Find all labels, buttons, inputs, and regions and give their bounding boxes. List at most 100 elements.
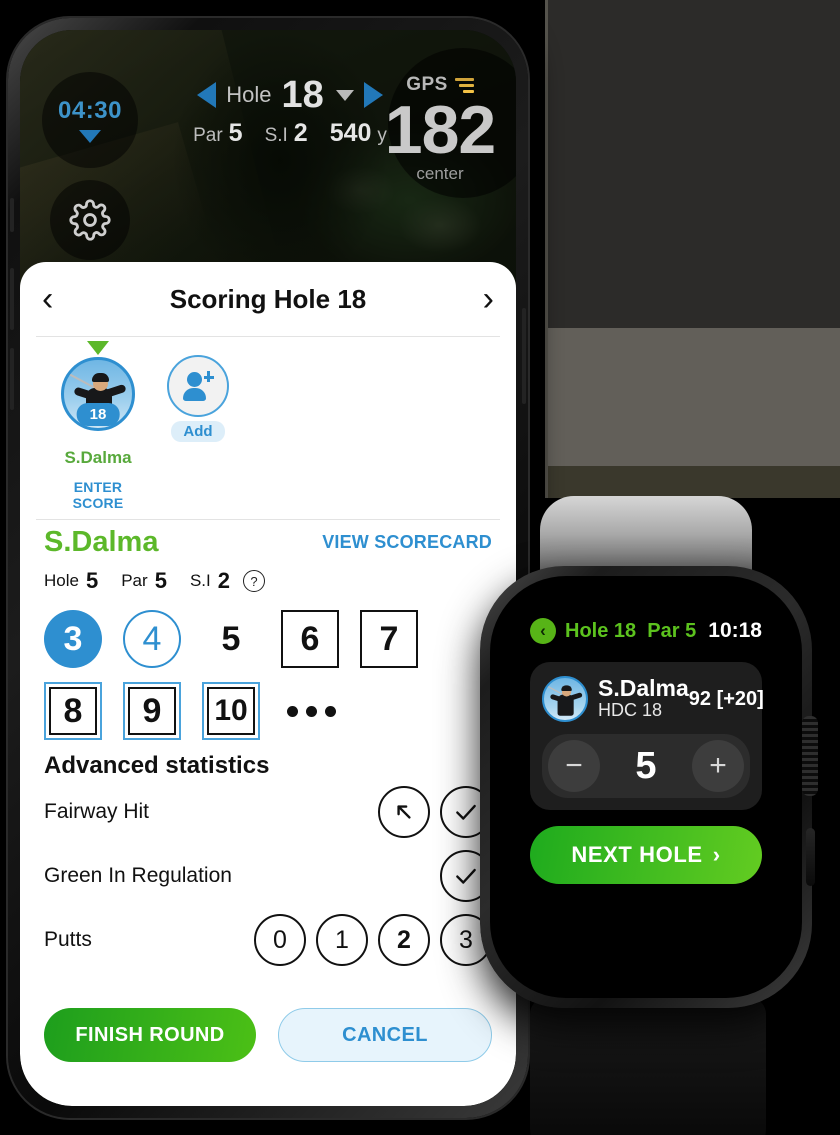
stat-label-putts: Putts [44, 928, 92, 951]
scoring-sheet: ‹ Scoring Hole 18 › 18 S.Dalma ENTER SCO… [20, 262, 516, 1106]
arrow-up-left-icon[interactable] [378, 786, 430, 838]
chevron-left-icon[interactable]: ‹ [530, 618, 556, 644]
phone-power-button[interactable] [522, 308, 526, 404]
putts-option-2[interactable]: 2 [378, 914, 430, 966]
phone-silent-switch[interactable] [10, 198, 14, 232]
watch-hole-number: 18 [613, 619, 637, 642]
question-mark-icon[interactable]: ? [242, 570, 265, 592]
hole-label: Hole [226, 82, 272, 107]
score-option-6[interactable]: 6 [281, 610, 339, 668]
score-option-8[interactable]: 8 [44, 682, 102, 740]
hole-distance-unit: y [377, 125, 387, 146]
stat-label-fairway-hit: Fairway Hit [44, 800, 150, 823]
score-option-5[interactable]: 5 [202, 610, 260, 668]
chevron-right-icon[interactable]: › [464, 282, 494, 316]
watch-hole-label: Hole [565, 619, 609, 642]
phone-device: GPS 182 center Hole 18 Par 5 S.I 2 540 y… [8, 18, 528, 1118]
score-option-7[interactable]: 7 [360, 610, 418, 668]
phone-volume-up-button[interactable] [10, 268, 14, 330]
decrement-button[interactable]: − [548, 740, 600, 792]
settings-button[interactable] [50, 180, 130, 260]
si-value: 2 [293, 119, 308, 147]
par-value: 5 [228, 119, 243, 147]
score-row-1: 3 4 5 6 7 [44, 608, 492, 670]
panel-hole-value: 5 [85, 568, 99, 593]
score-option-9[interactable]: 9 [123, 682, 181, 740]
panel-meta-row: Hole 5 Par 5 S.I 2 ? [44, 568, 492, 594]
screenshot-stage: GPS 182 center Hole 18 Par 5 S.I 2 540 y… [0, 0, 840, 1135]
putts-option-1[interactable]: 1 [316, 914, 368, 966]
score-option-10[interactable]: 10 [202, 682, 260, 740]
watch-par-label: Par [647, 619, 680, 642]
score-selector: 3 4 5 6 7 8 9 10 [44, 608, 492, 742]
backdrop-olive-panel [545, 466, 840, 498]
backdrop-edge-line [545, 0, 548, 498]
watch-side-button[interactable] [806, 828, 815, 886]
caret-down-icon [79, 130, 101, 143]
player-chip-sdalma[interactable]: 18 S.Dalma ENTER SCORE [50, 341, 146, 511]
watch-score-value: 5 [635, 744, 657, 787]
watch-player-handicap: HDC 18 [598, 700, 663, 721]
hole-header: Hole 18 Par 5 S.I 2 540 y [170, 76, 410, 148]
putts-option-0[interactable]: 0 [254, 914, 306, 966]
hole-number: 18 [281, 74, 324, 116]
enter-score-link[interactable]: ENTER SCORE [50, 479, 146, 511]
watch-bezel: ‹ Hole 18 Par 5 10:18 S.Dalma HDC 18 92 … [490, 576, 802, 998]
watch-status-bar: ‹ Hole 18 Par 5 10:18 [530, 616, 762, 646]
chevron-left-icon[interactable]: ‹ [42, 282, 72, 316]
watch-player-card: S.Dalma HDC 18 92 [+20] − 5 + [530, 662, 764, 810]
phone-volume-down-button[interactable] [10, 348, 14, 410]
player-score-panel: S.Dalma VIEW SCORECARD Hole 5 Par 5 S.I … [20, 520, 516, 742]
stat-row-fairway-hit: Fairway Hit [20, 780, 516, 844]
panel-par-label: Par [121, 571, 148, 590]
advanced-statistics-title: Advanced statistics [44, 752, 270, 779]
watch-score-stepper: − 5 + [542, 734, 750, 798]
phone-screen: GPS 182 center Hole 18 Par 5 S.I 2 540 y… [20, 30, 516, 1106]
panel-si-label: S.I [189, 571, 211, 590]
watch-clock: 10:18 [708, 619, 762, 642]
chevron-right-icon: › [712, 842, 721, 867]
ellipsis-icon[interactable] [287, 705, 336, 717]
par-label: Par [193, 125, 223, 146]
player-name-label: S.Dalma [64, 448, 132, 467]
sheet-header: ‹ Scoring Hole 18 › [20, 262, 516, 336]
stat-row-green-in-regulation: Green In Regulation [20, 844, 516, 908]
score-option-3[interactable]: 3 [44, 610, 102, 668]
triangle-left-icon[interactable] [197, 82, 217, 108]
panel-par-value: 5 [154, 568, 167, 593]
panel-si-value: 2 [217, 568, 230, 593]
add-player-label: Add [171, 421, 225, 442]
panel-player-name: S.Dalma [44, 526, 159, 558]
signal-bars-icon [454, 77, 474, 93]
score-row-2: 8 9 10 [44, 680, 492, 742]
players-strip: 18 S.Dalma ENTER SCORE Add [20, 337, 516, 519]
sheet-footer: FINISH ROUND CANCEL [20, 1008, 516, 1062]
watch-strap-bottom [530, 998, 766, 1135]
digital-crown[interactable] [802, 716, 818, 796]
chevron-down-icon[interactable] [335, 89, 354, 101]
next-hole-button[interactable]: NEXT HOLE › [530, 826, 762, 884]
gear-icon [69, 199, 111, 241]
stat-label-green-in-regulation: Green In Regulation [44, 864, 232, 887]
page-title: Scoring Hole 18 [169, 283, 367, 314]
watch-avatar [542, 676, 588, 722]
round-timer-value: 04:30 [58, 97, 122, 124]
next-hole-label: NEXT HOLE [571, 842, 703, 867]
watch-player-name: S.Dalma [598, 675, 689, 702]
handicap-badge: 18 [76, 403, 120, 426]
triangle-right-icon[interactable] [363, 82, 383, 108]
round-timer-control[interactable]: 04:30 [42, 72, 138, 168]
panel-hole-label: Hole [44, 571, 79, 590]
score-option-4[interactable]: 4 [123, 610, 181, 668]
watch-par-value: 5 [685, 619, 697, 642]
stat-row-putts: Putts 0 1 2 3 [20, 908, 516, 972]
hole-distance-value: 540 [329, 119, 372, 147]
backdrop-dark-panel [545, 0, 840, 328]
watch-screen: ‹ Hole 18 Par 5 10:18 S.Dalma HDC 18 92 … [512, 602, 780, 972]
backdrop-mid-panel [548, 328, 840, 466]
increment-button[interactable]: + [692, 740, 744, 792]
add-player-chip[interactable]: Add [150, 349, 246, 442]
finish-round-button[interactable]: FINISH ROUND [44, 1008, 256, 1062]
watch-case: ‹ Hole 18 Par 5 10:18 S.Dalma HDC 18 92 … [480, 566, 818, 1008]
hole-meta-row: Par 5 S.I 2 540 y [170, 119, 410, 148]
